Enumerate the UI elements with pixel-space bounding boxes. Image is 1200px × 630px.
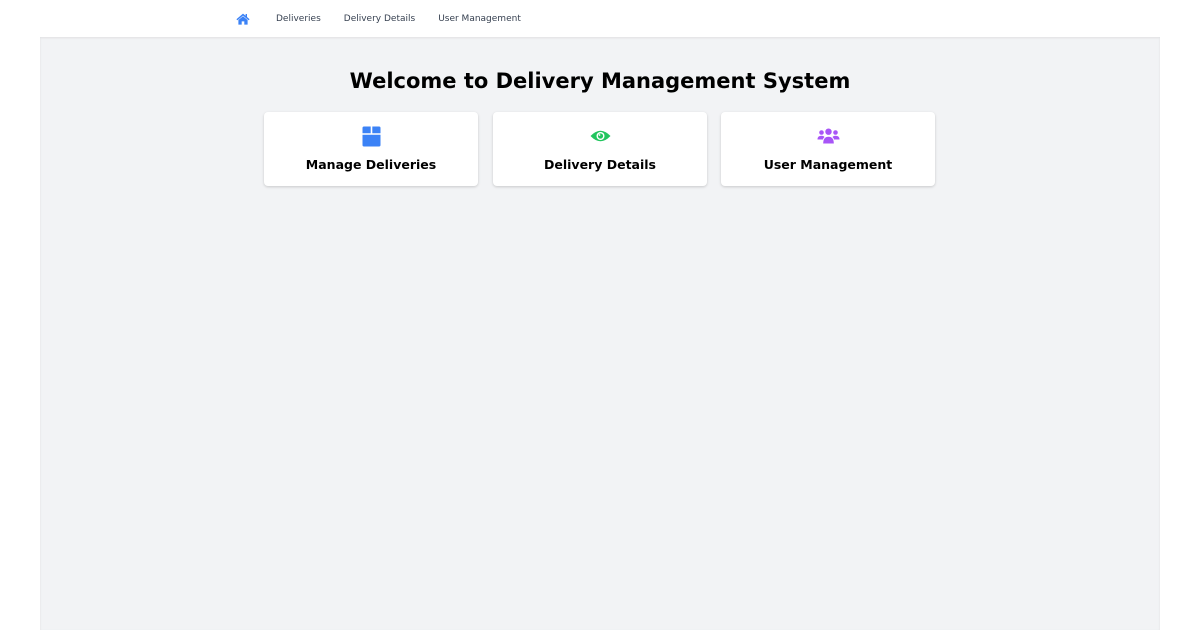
manage-deliveries-card[interactable]: Manage Deliveries [264,112,478,186]
nav-links: Deliveries Delivery Details User Managem… [236,0,544,37]
navbar: Deliveries Delivery Details User Managem… [0,0,1200,37]
card-label-delivery-details: Delivery Details [544,157,656,172]
nav-link-deliveries[interactable]: Deliveries [276,14,321,24]
box-icon [264,125,478,147]
main-content: Welcome to Delivery Management System Ma… [40,37,1160,630]
users-icon [721,125,935,147]
delivery-details-card[interactable]: Delivery Details [493,112,707,186]
nav-link-delivery-details[interactable]: Delivery Details [344,14,415,24]
page-title: Welcome to Delivery Management System [349,69,851,93]
nav-link-user-management[interactable]: User Management [438,14,521,24]
card-label-manage-deliveries: Manage Deliveries [305,157,437,172]
home-icon[interactable] [236,13,250,25]
eye-icon [493,125,707,147]
user-management-card[interactable]: User Management [721,112,935,186]
card-label-user-management: User Management [763,157,893,172]
